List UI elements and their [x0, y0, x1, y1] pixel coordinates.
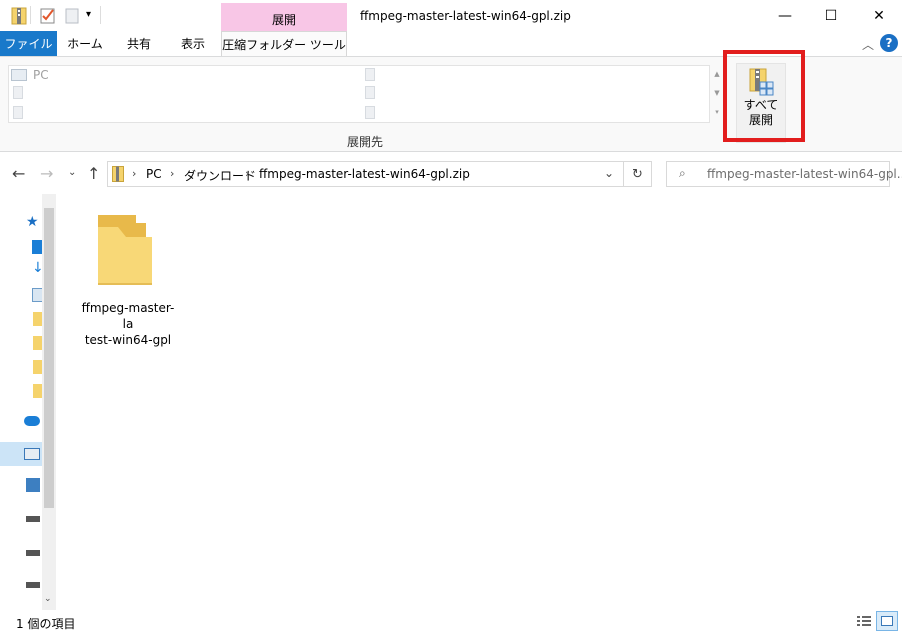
- gallery-item-pc[interactable]: PC: [11, 68, 49, 82]
- details-view-icon[interactable]: [856, 613, 872, 629]
- folder-icon[interactable]: [365, 106, 375, 119]
- tab-home[interactable]: ホーム: [59, 31, 111, 56]
- zip-folder-icon[interactable]: [11, 7, 27, 25]
- network-icon[interactable]: [26, 478, 40, 492]
- computer-icon: [24, 448, 40, 460]
- gallery-scrollbar[interactable]: ▲ ▼ ▾: [711, 65, 723, 123]
- highlight-box: [723, 50, 805, 142]
- breadcrumb-zip[interactable]: ffmpeg-master-latest-win64-gpl.zip: [259, 167, 470, 181]
- navigation-bar: ← → ⌄ ↑ › PC › ダウンロード › ffmpeg-master-la…: [0, 152, 902, 194]
- breadcrumb-separator[interactable]: ›: [170, 167, 174, 180]
- tab-share[interactable]: 共有: [113, 31, 165, 56]
- this-pc-selected[interactable]: [0, 442, 42, 466]
- drive-icon[interactable]: [26, 516, 40, 522]
- scroll-down-icon[interactable]: ⌄: [44, 594, 52, 604]
- refresh-button[interactable]: ↻: [624, 161, 652, 187]
- folder-icon[interactable]: [13, 106, 23, 119]
- address-dropdown-icon[interactable]: ⌄: [604, 166, 614, 180]
- minimize-button[interactable]: —: [762, 0, 808, 32]
- ribbon-group-label: 展開先: [346, 135, 383, 149]
- folder-icon[interactable]: [365, 86, 375, 99]
- breadcrumb-separator[interactable]: ›: [132, 167, 136, 180]
- close-button[interactable]: ✕: [856, 0, 902, 32]
- new-folder-icon[interactable]: [64, 7, 80, 25]
- help-icon[interactable]: ?: [880, 34, 898, 52]
- navigation-pane: ★ ↓ ⌄: [0, 194, 56, 610]
- scroll-up-icon[interactable]: ▲: [711, 65, 723, 84]
- computer-icon: [11, 69, 27, 81]
- folder-name-line2: test-win64-gpl: [84, 333, 172, 347]
- refresh-icon: ↻: [632, 166, 643, 182]
- folder-name: ffmpeg-master-la test-win64-gpl: [80, 300, 176, 348]
- address-bar[interactable]: › PC › ダウンロード › ffmpeg-master-latest-win…: [107, 161, 624, 187]
- tab-compressed-folder-tools[interactable]: 圧縮フォルダー ツール: [221, 31, 347, 57]
- forward-arrow-icon[interactable]: →: [40, 164, 53, 183]
- maximize-icon: ☐: [824, 8, 838, 24]
- search-placeholder: ffmpeg-master-latest-win64-gpl....: [707, 167, 902, 181]
- recent-locations-icon[interactable]: ⌄: [68, 167, 76, 178]
- gallery-more-icon[interactable]: ▾: [711, 103, 723, 122]
- item-count: 1 個の項目: [16, 617, 76, 631]
- extract-destination-gallery[interactable]: PC: [8, 65, 710, 123]
- quick-access-star-icon[interactable]: ★: [26, 214, 39, 230]
- properties-icon[interactable]: [40, 7, 56, 25]
- minimize-icon: —: [778, 8, 792, 24]
- folder-icon: [96, 213, 156, 290]
- close-icon: ✕: [873, 8, 885, 24]
- status-bar: 1 個の項目: [0, 610, 902, 634]
- zip-folder-icon: [112, 166, 124, 185]
- scroll-down-icon[interactable]: ▼: [711, 84, 723, 103]
- back-arrow-icon[interactable]: ←: [12, 164, 25, 183]
- gallery-item-label: PC: [33, 68, 49, 82]
- window-title: ffmpeg-master-latest-win64-gpl.zip: [360, 9, 571, 23]
- breadcrumb-pc[interactable]: PC: [146, 167, 162, 181]
- drive-icon[interactable]: [26, 550, 40, 556]
- large-icons-glyph: [881, 616, 893, 626]
- tab-file[interactable]: ファイル: [0, 31, 57, 56]
- folder-item[interactable]: ffmpeg-master-la test-win64-gpl: [80, 213, 176, 347]
- up-arrow-icon[interactable]: ↑: [87, 164, 100, 183]
- context-tab-header: 展開: [221, 3, 347, 32]
- folder-name-line1: ffmpeg-master-la: [81, 301, 175, 331]
- folder-icon[interactable]: [365, 68, 375, 81]
- divider: [100, 6, 101, 24]
- onedrive-icon[interactable]: [24, 416, 40, 426]
- search-box[interactable]: ⌕ ffmpeg-master-latest-win64-gpl....: [666, 161, 902, 187]
- breadcrumb-separator[interactable]: ›: [245, 167, 249, 180]
- maximize-button[interactable]: ☐: [808, 0, 854, 32]
- title-bar: ▾ 展開 ffmpeg-master-latest-win64-gpl.zip …: [0, 0, 902, 32]
- collapse-ribbon-icon[interactable]: ︿: [862, 36, 874, 53]
- nav-pane-scroll-thumb[interactable]: [44, 208, 54, 508]
- tab-view[interactable]: 表示: [167, 31, 219, 56]
- large-icons-view-icon[interactable]: [876, 611, 898, 631]
- search-icon: ⌕: [679, 166, 686, 180]
- customize-quick-access-icon[interactable]: ▾: [86, 9, 91, 20]
- drive-icon[interactable]: [26, 582, 40, 588]
- folder-icon[interactable]: [13, 86, 23, 99]
- divider: [30, 6, 31, 24]
- file-list: [56, 194, 902, 610]
